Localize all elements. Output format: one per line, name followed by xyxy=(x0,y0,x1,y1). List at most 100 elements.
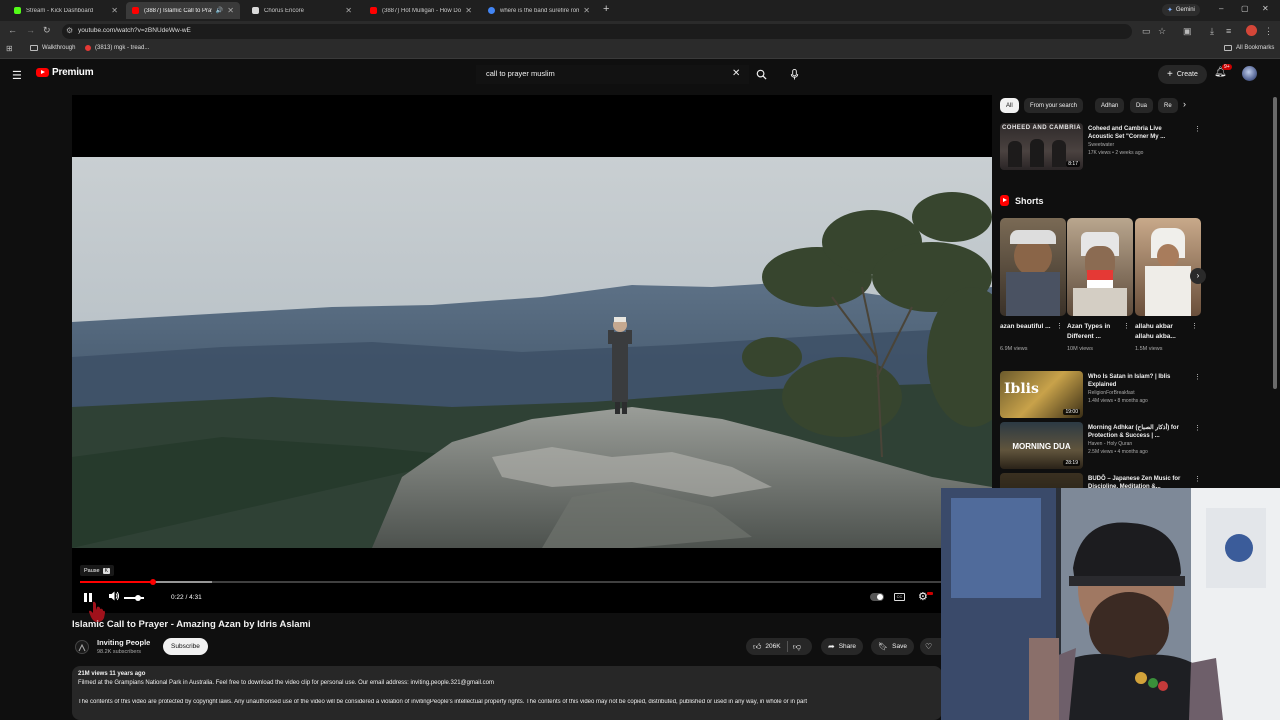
browser-tab[interactable]: where is the band surefire rom ✕ xyxy=(482,2,596,19)
bookmark-label: (3813) mgk - tread... xyxy=(95,45,150,51)
autoplay-toggle[interactable] xyxy=(870,593,884,601)
video-meta: 17K views • 2 weeks ago xyxy=(1088,150,1144,156)
account-avatar[interactable] xyxy=(1242,66,1257,81)
more-options-icon[interactable]: ⋮ xyxy=(1191,322,1198,330)
save-button[interactable]: 🔖︎ Save xyxy=(871,638,914,655)
short-item[interactable]: allahu akbar allahu akba... 1.5M views ⋮ xyxy=(1135,218,1201,358)
download-icon[interactable]: ⤓ xyxy=(1210,26,1214,37)
channel-name[interactable]: Sweetwater xyxy=(1088,142,1114,148)
video-title[interactable]: Coheed and Cambria Live Acoustic Set "Co… xyxy=(1088,125,1188,141)
extensions-icon[interactable]: ▣ xyxy=(1183,26,1192,37)
recommended-video[interactable]: Iblis 19:00 Who Is Satan in Islam? | Ibl… xyxy=(1000,371,1201,419)
close-tab-icon[interactable]: ✕ xyxy=(227,6,234,15)
channel-name[interactable]: Haven - Holy Quran xyxy=(1088,441,1132,447)
thanks-button[interactable]: ♡ xyxy=(920,638,942,655)
bookmark-item[interactable]: Walkthrough xyxy=(30,45,75,51)
channel-name[interactable]: ReligionForBreakfast xyxy=(1088,390,1135,396)
browser-menu-icon[interactable]: ⋮ xyxy=(1264,26,1273,37)
browser-tab-active[interactable]: (3887) Islamic Call to Prayer 🔊 ✕ xyxy=(126,2,240,19)
kick-favicon-icon xyxy=(14,7,21,14)
voice-search-button[interactable] xyxy=(785,65,804,84)
browser-tab[interactable]: Chorus Encore ✕ xyxy=(246,2,358,19)
short-item[interactable]: azan beautiful ... 6.9M views ⋮ xyxy=(1000,218,1066,358)
thumbnail-text: MORNING DUA xyxy=(1012,442,1071,451)
back-icon[interactable]: ← xyxy=(8,25,17,35)
close-window-icon[interactable]: ✕ xyxy=(1262,4,1269,13)
speaker-icon[interactable]: 🔊 xyxy=(216,7,223,14)
volume-button[interactable] xyxy=(108,590,120,605)
more-options-icon[interactable]: ⋮ xyxy=(1194,125,1201,133)
progress-bar[interactable] xyxy=(80,579,985,585)
site-info-icon[interactable]: ⚙ xyxy=(66,26,73,35)
subscribe-button[interactable]: Subscribe xyxy=(163,638,208,655)
share-button[interactable]: ➦ Share xyxy=(821,638,864,655)
apps-grid-icon[interactable]: ⊞ xyxy=(6,44,13,53)
recommended-video[interactable]: COHEED AND CAMBRIA 8:17 Coheed and Cambr… xyxy=(1000,123,1201,171)
video-player[interactable] xyxy=(72,95,992,613)
description-box[interactable]: 21M views 11 years ago Filmed at the Gra… xyxy=(72,666,942,720)
youtube-premium-logo[interactable]: Premium xyxy=(36,67,94,78)
thanks-heart-icon: ♡ xyxy=(925,642,933,651)
search-icon xyxy=(756,69,767,80)
short-thumbnail[interactable] xyxy=(1000,218,1066,316)
volume-knob[interactable] xyxy=(135,594,141,601)
short-item[interactable]: Azan Types in Different ... 10M views ⋮ xyxy=(1067,218,1133,358)
short-thumbnail[interactable] xyxy=(1135,218,1201,316)
page-scrollbar[interactable] xyxy=(1273,97,1277,389)
description-line: Filmed at the Grampians National Park in… xyxy=(78,680,494,686)
close-tab-icon[interactable]: ✕ xyxy=(111,6,118,15)
new-tab-button[interactable]: + xyxy=(603,3,609,15)
more-options-icon[interactable]: ⋮ xyxy=(1194,373,1201,381)
chip-all[interactable]: All xyxy=(1000,98,1019,113)
volume-slider[interactable] xyxy=(124,594,144,601)
thumbs-down-icon[interactable]: 👎︎ xyxy=(793,642,801,652)
like-count[interactable]: 206K xyxy=(765,643,780,650)
short-thumbnail[interactable] xyxy=(1067,218,1133,316)
maximize-icon[interactable]: ▢ xyxy=(1241,4,1249,13)
video-title[interactable]: Who Is Satan in Islam? | Iblis Explained xyxy=(1088,373,1188,389)
cast-icon[interactable]: ▭ xyxy=(1142,26,1151,37)
browser-tab[interactable]: Stream - Kick Dashboard ✕ xyxy=(8,2,124,19)
close-tab-icon[interactable]: ✕ xyxy=(583,6,590,15)
subtitles-icon[interactable]: CC xyxy=(894,593,905,601)
chip-truncated[interactable]: Re xyxy=(1158,98,1178,113)
clear-search-icon[interactable]: ✕ xyxy=(732,68,740,79)
forward-icon[interactable]: → xyxy=(26,25,35,35)
pause-icon xyxy=(84,593,87,602)
more-options-icon[interactable]: ⋮ xyxy=(1123,322,1130,330)
video-thumbnail[interactable]: COHEED AND CAMBRIA 8:17 xyxy=(1000,123,1083,170)
video-thumbnail[interactable]: Iblis 19:00 xyxy=(1000,371,1083,418)
chip-dua[interactable]: Dua xyxy=(1130,98,1154,113)
browser-tab[interactable]: (3887) Hot Mulligan - How Do ✕ xyxy=(364,2,478,19)
create-button[interactable]: + Create xyxy=(1158,65,1207,84)
reload-icon[interactable]: ↻ xyxy=(43,25,51,36)
thumbs-up-icon[interactable]: 👍︎ xyxy=(753,642,761,652)
gemini-button[interactable]: ✦ Gemini xyxy=(1162,4,1200,16)
channel-name[interactable]: Inviting People xyxy=(97,638,150,647)
more-options-icon[interactable]: ⋮ xyxy=(1194,424,1201,432)
recommended-video[interactable]: MORNING DUA 28:19 Morning Adhkar (أذكار … xyxy=(1000,422,1201,470)
more-options-icon[interactable]: ⋮ xyxy=(1056,322,1063,330)
chip-from-your-search[interactable]: From your search xyxy=(1024,98,1084,113)
chevron-right-icon[interactable]: › xyxy=(1183,99,1186,109)
tab-title: (3887) Islamic Call to Prayer xyxy=(144,7,212,14)
more-options-icon[interactable]: ⋮ xyxy=(1194,475,1201,483)
search-button[interactable] xyxy=(750,65,772,84)
all-bookmarks-button[interactable]: All Bookmarks xyxy=(1224,45,1274,51)
close-tab-icon[interactable]: ✕ xyxy=(345,6,352,15)
chip-adhan[interactable]: Adhan xyxy=(1095,98,1125,113)
bookmark-star-icon[interactable]: ☆ xyxy=(1158,26,1166,37)
short-views: 6.9M views xyxy=(1000,346,1028,352)
profile-avatar[interactable] xyxy=(1246,25,1257,36)
video-title[interactable]: Morning Adhkar (أذكار الصباح) for Protec… xyxy=(1088,424,1188,440)
tab-search-icon[interactable]: ≡ xyxy=(1226,26,1231,36)
shorts-next-button[interactable]: › xyxy=(1190,268,1206,284)
bookmark-item[interactable]: (3813) mgk - tread... xyxy=(85,45,149,51)
minimize-icon[interactable]: – xyxy=(1219,4,1223,13)
close-tab-icon[interactable]: ✕ xyxy=(465,6,472,15)
video-thumbnail[interactable]: MORNING DUA 28:19 xyxy=(1000,422,1083,469)
search-input[interactable]: call to prayer muslim ✕ xyxy=(476,65,749,84)
hamburger-menu-icon[interactable]: ☰ xyxy=(12,69,22,82)
url-field[interactable]: ⚙ youtube.com/watch?v=zBNUdeWw-wE xyxy=(62,24,1132,39)
channel-avatar[interactable] xyxy=(75,640,89,654)
